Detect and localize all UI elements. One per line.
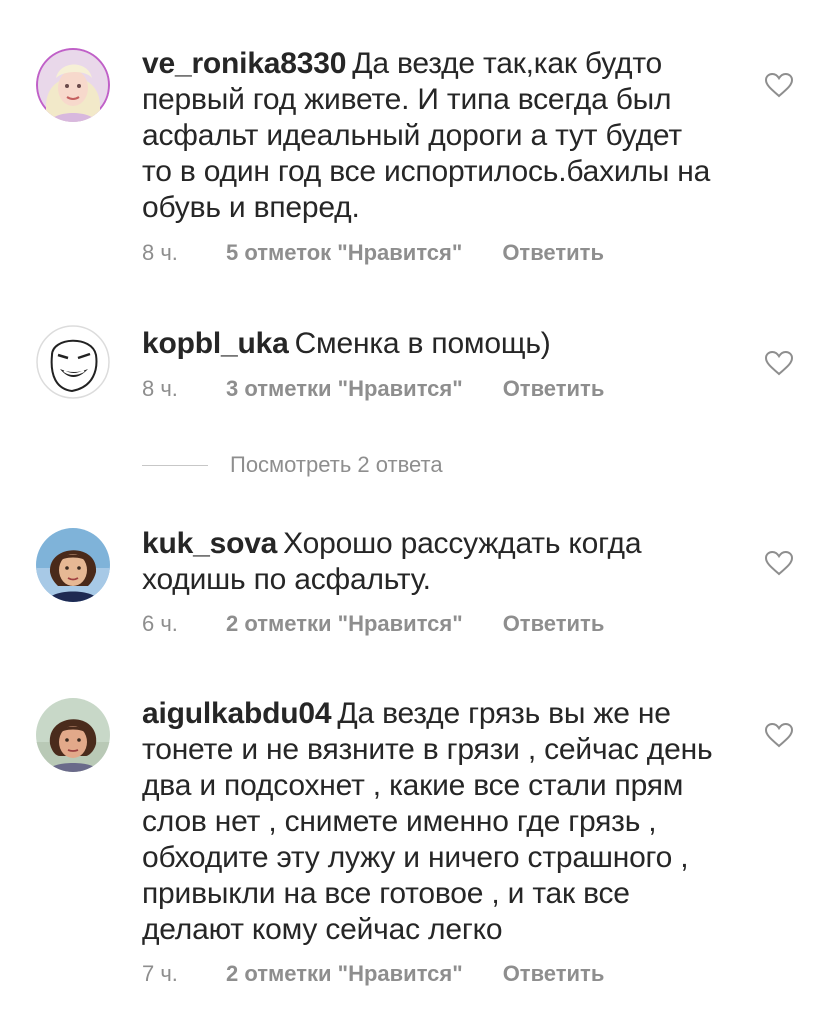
avatar-blonde-woman-icon bbox=[36, 48, 110, 122]
comment-username[interactable]: kopbl_uka bbox=[142, 327, 289, 360]
heart-outline-icon[interactable] bbox=[764, 550, 794, 576]
reply-button[interactable]: Ответить bbox=[503, 376, 605, 402]
comment-text: Да везде грязь вы же не тонете и не вязн… bbox=[142, 697, 713, 946]
comment-username[interactable]: aigulkabdu04 bbox=[142, 697, 332, 730]
comment-username[interactable]: ve_ronika8330 bbox=[142, 47, 346, 80]
heart-outline-icon[interactable] bbox=[764, 350, 794, 376]
comment-time: 6 ч. bbox=[142, 611, 178, 636]
comment-body: kopbl_uka Сменка в помощь) bbox=[142, 326, 717, 362]
comment-likes[interactable]: 5 отметок "Нравится" bbox=[226, 240, 462, 266]
avatar[interactable] bbox=[36, 528, 110, 602]
top-edge bbox=[0, 0, 840, 1]
heart-outline-icon[interactable] bbox=[764, 722, 794, 748]
comment-likes[interactable]: 2 отметки "Нравится" bbox=[226, 961, 463, 987]
reply-button[interactable]: Ответить bbox=[502, 240, 604, 266]
comment-username[interactable]: kuk_sova bbox=[142, 527, 277, 560]
comment-text: Сменка в помощь) bbox=[294, 327, 551, 360]
comment-meta: 7 ч. 2 отметки "Нравится" Ответить bbox=[142, 961, 604, 987]
avatar[interactable] bbox=[36, 698, 110, 772]
view-replies-button[interactable]: Посмотреть 2 ответа bbox=[142, 452, 443, 478]
comment-meta: 8 ч. 5 отметок "Нравится" Ответить bbox=[142, 240, 604, 266]
comment-meta: 6 ч. 2 отметки "Нравится" Ответить bbox=[142, 611, 604, 637]
avatar-woman-bob-hair-icon bbox=[36, 698, 110, 772]
avatar-woman-dark-hair-icon bbox=[36, 528, 110, 602]
heart-outline-icon[interactable] bbox=[764, 72, 794, 98]
comment-time: 8 ч. bbox=[142, 376, 178, 401]
reply-button[interactable]: Ответить bbox=[503, 611, 605, 637]
comment-likes[interactable]: 2 отметки "Нравится" bbox=[226, 611, 463, 637]
avatar-meme-face-icon bbox=[36, 325, 110, 399]
comment-likes[interactable]: 3 отметки "Нравится" bbox=[226, 376, 463, 402]
comment-meta: 8 ч. 3 отметки "Нравится" Ответить bbox=[142, 376, 604, 402]
avatar[interactable] bbox=[36, 325, 110, 399]
view-replies-label[interactable]: Посмотреть 2 ответа bbox=[230, 452, 443, 478]
comment-time: 7 ч. bbox=[142, 961, 178, 986]
comment-body: aigulkabdu04 Да везде грязь вы же не тоне… bbox=[142, 696, 717, 948]
reply-button[interactable]: Ответить bbox=[503, 961, 605, 987]
comment-body: ve_ronika8330 Да везде так,как будто перв… bbox=[142, 46, 717, 226]
comment-time: 8 ч. bbox=[142, 240, 178, 265]
replies-divider bbox=[142, 464, 208, 466]
avatar[interactable] bbox=[36, 48, 110, 122]
comment-body: kuk_sova Хорошо рассуждать когда ходишь п… bbox=[142, 526, 717, 598]
